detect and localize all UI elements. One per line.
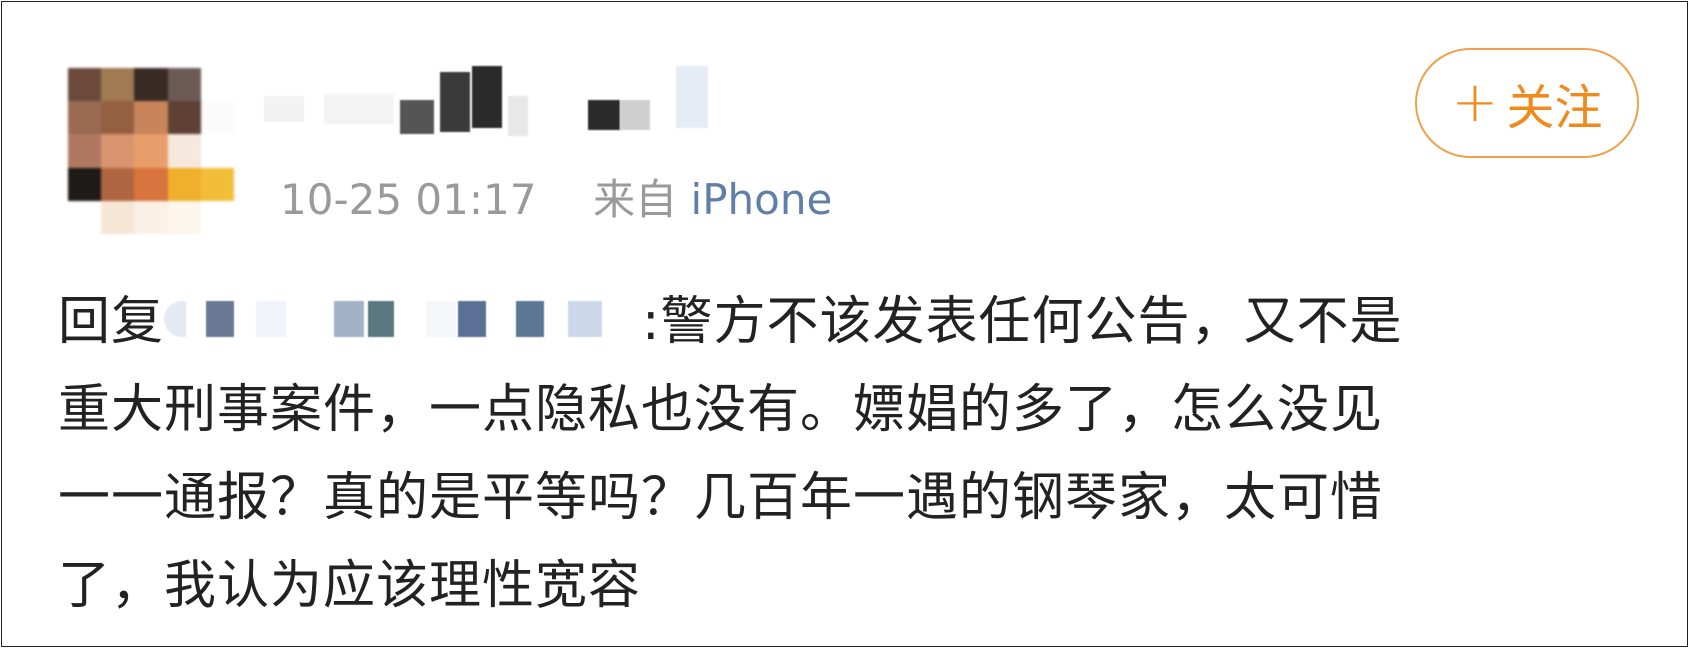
source-device-link[interactable]: iPhone bbox=[691, 175, 833, 224]
comment-card: 10-25 01:17 来自 iPhone + 关注 回复 :警方不该发表任何公… bbox=[1, 1, 1688, 647]
follow-button[interactable]: + 关注 bbox=[1415, 48, 1639, 158]
follow-label: 关注 bbox=[1506, 80, 1603, 136]
comment-line-4: 了，我认为应该理性宽容 bbox=[58, 556, 642, 616]
avatar[interactable] bbox=[68, 68, 234, 234]
comment-text-line-1: :警方不该发表任何公告，又不是 bbox=[642, 292, 1403, 352]
post-timestamp: 10-25 01:17 bbox=[280, 175, 537, 224]
comment-line-1: 回复 :警方不该发表任何公告，又不是 bbox=[58, 278, 1658, 366]
comment-body: 回复 :警方不该发表任何公告，又不是 重大刑事案件，一点隐私也没有。嫖娼的多了，… bbox=[58, 278, 1658, 630]
username-obscured[interactable] bbox=[264, 66, 784, 136]
comment-line-3: 一一通报？真的是平等吗？几百年一遇的钢琴家，太可惜 bbox=[58, 468, 1384, 528]
comment-line-2: 重大刑事案件，一点隐私也没有。嫖娼的多了，怎么没见 bbox=[58, 380, 1384, 440]
plus-icon: + bbox=[1451, 70, 1499, 135]
post-meta: 10-25 01:17 来自 iPhone bbox=[280, 174, 832, 226]
source-prefix: 来自 bbox=[593, 175, 678, 224]
reply-mention-obscured[interactable] bbox=[164, 293, 642, 345]
reply-prefix: 回复 bbox=[58, 292, 165, 352]
